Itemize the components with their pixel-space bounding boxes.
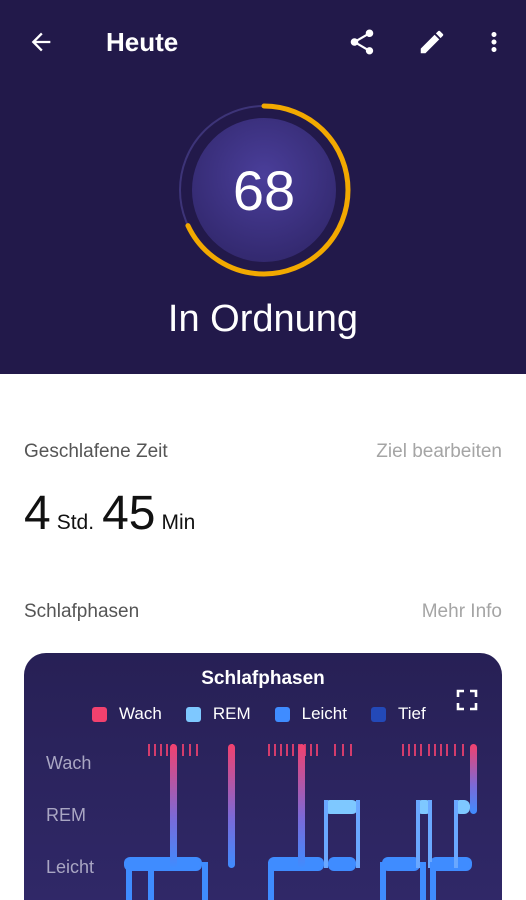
y-label-rem: REM bbox=[46, 805, 86, 825]
stage-tick-wach bbox=[166, 744, 168, 756]
duration-hours: 4 bbox=[24, 487, 51, 540]
arrow-back-icon bbox=[31, 32, 51, 52]
legend-item-tief: Tief bbox=[370, 703, 426, 725]
app-bar: Heute bbox=[0, 0, 526, 84]
legend-label: REM bbox=[212, 704, 251, 723]
stage-tick-wach bbox=[454, 744, 456, 756]
stage-tick-wach bbox=[280, 744, 282, 756]
legend-label: Leicht bbox=[301, 704, 347, 723]
stage-transition-down bbox=[420, 862, 426, 900]
more-info-link[interactable]: Mehr Info bbox=[422, 600, 502, 624]
stage-tick-wach bbox=[160, 744, 162, 756]
stage-tick-wach bbox=[462, 744, 464, 756]
stage-tick-wach bbox=[148, 744, 150, 756]
stage-tick-wach bbox=[310, 744, 312, 756]
stage-transition bbox=[428, 800, 432, 868]
stage-transition-down bbox=[202, 862, 208, 900]
stage-bar-leicht bbox=[328, 857, 356, 871]
sleep-time-label: Geschlafene Zeit bbox=[24, 441, 168, 462]
card-title: Schlafphasen bbox=[201, 668, 325, 689]
stage-tick-wach bbox=[196, 744, 198, 756]
stage-tick-wach bbox=[274, 744, 276, 756]
stage-tick-wach bbox=[292, 744, 294, 756]
stage-transition bbox=[324, 800, 328, 868]
stage-tick-wach bbox=[428, 744, 430, 756]
stage-tick-wach bbox=[420, 744, 422, 756]
stage-transition-down bbox=[126, 862, 132, 900]
stage-tick-wach bbox=[268, 744, 270, 756]
stage-bar-wach bbox=[228, 744, 235, 868]
stage-transition bbox=[454, 800, 458, 868]
stage-tick-wach bbox=[408, 744, 410, 756]
legend-swatch bbox=[185, 706, 201, 722]
page-title: Heute bbox=[106, 27, 179, 57]
stage-bar-wach bbox=[170, 744, 177, 868]
y-label-leicht: Leicht bbox=[46, 857, 95, 877]
share-button[interactable] bbox=[340, 20, 384, 64]
stage-transition bbox=[416, 800, 420, 868]
share-icon bbox=[350, 29, 374, 55]
stage-tick-wach bbox=[286, 744, 288, 756]
sleep-phases-label: Schlafphasen bbox=[24, 601, 140, 622]
chart-legend: Wach REM Leicht Tief bbox=[92, 703, 426, 725]
duration-minutes: 45 bbox=[102, 487, 156, 540]
stage-tick-wach bbox=[154, 744, 156, 756]
stage-tick-wach bbox=[414, 744, 416, 756]
legend-label: Tief bbox=[397, 704, 426, 723]
legend-swatch bbox=[370, 706, 386, 722]
back-button[interactable] bbox=[19, 20, 63, 64]
edit-button[interactable] bbox=[410, 20, 454, 64]
stage-transition-down bbox=[380, 862, 386, 900]
fullscreen-icon[interactable] bbox=[452, 685, 482, 715]
legend-swatch bbox=[274, 706, 290, 722]
stage-bar-wach bbox=[470, 744, 477, 814]
legend-label: Wach bbox=[119, 704, 162, 723]
stage-bar-leicht bbox=[382, 857, 420, 871]
sleep-score-value: 68 bbox=[232, 159, 296, 222]
stage-transition-down bbox=[430, 862, 436, 900]
stage-bar-leicht bbox=[268, 857, 324, 871]
sleep-score-rating: In Ordnung bbox=[167, 298, 359, 340]
stage-tick-wach bbox=[350, 744, 352, 756]
legend-item-rem: REM bbox=[185, 703, 251, 725]
stage-tick-wach bbox=[189, 744, 191, 756]
stage-bar-rem bbox=[324, 800, 358, 814]
y-label-wach: Wach bbox=[46, 753, 92, 773]
stage-tick-wach bbox=[434, 744, 436, 756]
legend-item-leicht: Leicht bbox=[274, 703, 347, 725]
stage-tick-wach bbox=[440, 744, 442, 756]
legend-swatch bbox=[92, 706, 107, 722]
more-vert-icon bbox=[491, 32, 497, 52]
stage-transition bbox=[356, 800, 360, 868]
stage-tick-wach bbox=[316, 744, 318, 756]
stage-bar-wach bbox=[298, 744, 305, 868]
stage-tick-wach bbox=[334, 744, 336, 756]
stage-tick-wach bbox=[182, 744, 184, 756]
stage-tick-wach bbox=[446, 744, 448, 756]
stage-bar-leicht bbox=[124, 857, 202, 871]
stage-bar-leicht bbox=[430, 857, 472, 871]
pencil-icon bbox=[420, 30, 444, 54]
duration-minutes-unit: Min bbox=[161, 511, 196, 534]
stage-transition-down bbox=[148, 862, 154, 900]
stage-tick-wach bbox=[342, 744, 344, 756]
sleep-duration: 4 Std. 45 Min bbox=[24, 488, 203, 544]
more-options-button[interactable] bbox=[472, 20, 516, 64]
stage-transition-down bbox=[268, 862, 274, 900]
sleep-phases-card[interactable]: Schlafphasen Wach REM Leicht Tief Wach R… bbox=[24, 653, 502, 900]
duration-hours-unit: Std. bbox=[56, 511, 95, 534]
edit-goal-link[interactable]: Ziel bearbeiten bbox=[376, 440, 502, 464]
legend-item-wach: Wach bbox=[92, 703, 162, 725]
stage-tick-wach bbox=[402, 744, 404, 756]
sleep-score-header: Heute 68 In Ordnung bbox=[0, 0, 526, 374]
